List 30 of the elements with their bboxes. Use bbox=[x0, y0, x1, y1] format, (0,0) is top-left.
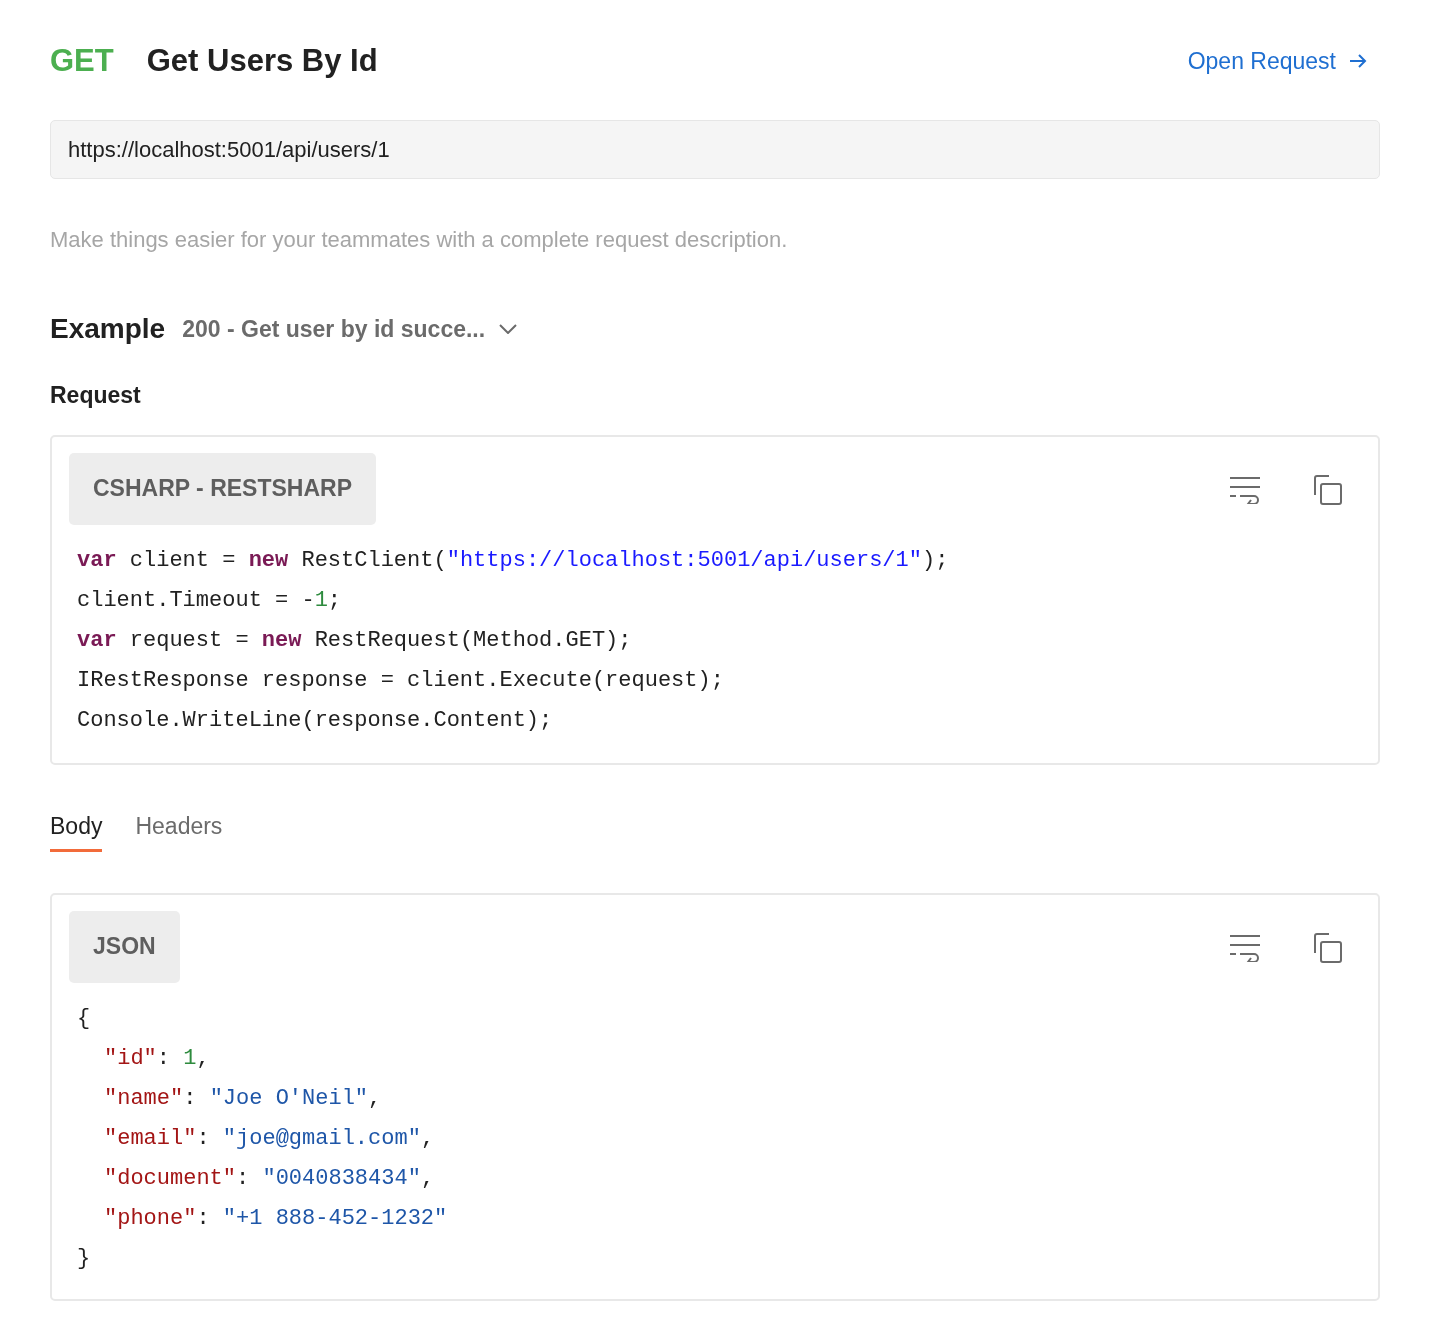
example-label: Example bbox=[50, 312, 166, 346]
chevron-down-icon bbox=[499, 324, 518, 334]
example-dropdown[interactable]: 200 - Get user by id succe... bbox=[182, 311, 518, 347]
code-line: "name": "Joe O'Neil", bbox=[104, 1084, 382, 1113]
tab[interactable]: Body bbox=[50, 804, 103, 852]
tab[interactable]: Headers bbox=[135, 804, 223, 852]
code-line: "document": "0040838434", bbox=[104, 1164, 435, 1193]
code-line: var client = new RestClient("https://localhost:5001/api/users/1"); bbox=[77, 546, 949, 575]
language-label: CSHARP - RESTSHARP bbox=[69, 452, 376, 525]
language-label: JSON bbox=[69, 910, 180, 983]
code-line: "phone": "+1 888-452-1232" bbox=[104, 1204, 448, 1233]
copy-icon[interactable] bbox=[1313, 932, 1343, 963]
code-line: IRestResponse response = client.Execute(request); bbox=[77, 666, 724, 695]
url-field[interactable]: https://localhost:5001/api/users/1 bbox=[50, 120, 1380, 179]
request-title: Get Users By Id bbox=[146, 41, 378, 80]
code-line: client.Timeout = -1; bbox=[77, 586, 342, 615]
open-request-link[interactable]: Open Request bbox=[1187, 43, 1368, 79]
description-field[interactable]: Make things easier for your teammates with a complete request description. bbox=[50, 223, 1380, 256]
arrow-right-icon bbox=[1348, 52, 1368, 70]
section-label: Request bbox=[50, 381, 142, 410]
code-line: "email": "joe@gmail.com", bbox=[104, 1124, 435, 1153]
wrap-text-icon[interactable] bbox=[1229, 932, 1261, 963]
http-method: GET bbox=[50, 41, 114, 80]
copy-icon[interactable] bbox=[1313, 474, 1343, 505]
code-line: var request = new RestRequest(Method.GET); bbox=[77, 626, 632, 655]
wrap-text-icon[interactable] bbox=[1229, 474, 1261, 505]
code-line: Console.WriteLine(response.Content); bbox=[77, 706, 553, 735]
code-line: "id": 1, bbox=[104, 1044, 210, 1073]
code-line: } bbox=[77, 1244, 91, 1273]
code-line: { bbox=[77, 1004, 91, 1033]
